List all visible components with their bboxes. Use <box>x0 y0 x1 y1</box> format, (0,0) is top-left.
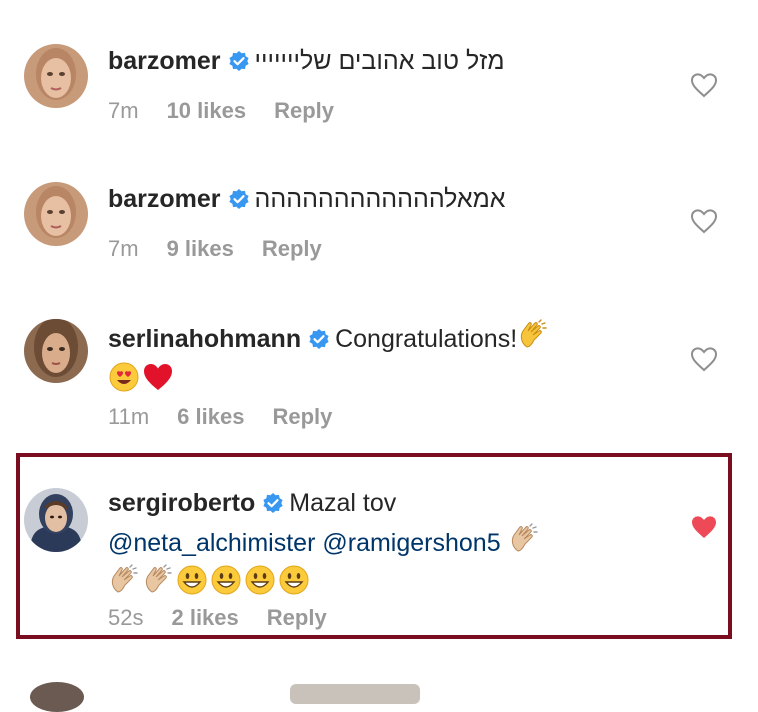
reply-button[interactable]: Reply <box>274 98 334 123</box>
comment-text: מזל טוב אהובים שלייייייי <box>254 47 505 75</box>
like-heart-icon[interactable] <box>690 72 718 98</box>
liked-heart-icon[interactable] <box>690 514 718 540</box>
username[interactable]: serlinahohmann <box>108 325 301 353</box>
cut-off-comment <box>290 684 420 704</box>
grinning-face-icon <box>278 564 310 605</box>
verified-badge-icon <box>308 325 330 359</box>
comment-time: 11m <box>108 404 150 429</box>
like-heart-icon[interactable] <box>690 346 718 372</box>
verified-badge-icon <box>228 47 250 81</box>
username[interactable]: sergiroberto <box>108 489 255 517</box>
like-heart-icon[interactable] <box>690 208 718 234</box>
avatar[interactable] <box>24 319 88 383</box>
avatar[interactable] <box>24 44 88 108</box>
comment-text: Congratulations! <box>335 325 518 353</box>
likes-count[interactable]: 10 likes <box>167 98 247 123</box>
likes-count[interactable]: 2 likes <box>171 605 238 630</box>
comment-text: Mazal tov <box>289 489 397 517</box>
comment-time: 52s <box>108 605 144 630</box>
reply-button[interactable]: Reply <box>267 605 327 630</box>
clapping-hands-icon <box>517 319 549 360</box>
clapping-hands-icon <box>508 523 540 564</box>
clapping-hands-icon <box>142 564 174 605</box>
reply-button[interactable]: Reply <box>272 404 332 429</box>
comment-time: 7m <box>108 236 139 261</box>
username[interactable]: barzomer <box>108 47 221 75</box>
verified-badge-icon <box>228 185 250 219</box>
avatar[interactable] <box>24 182 88 246</box>
likes-count[interactable]: 9 likes <box>167 236 234 261</box>
avatar[interactable] <box>30 682 84 712</box>
grinning-face-icon <box>210 564 242 605</box>
reply-button[interactable]: Reply <box>262 236 322 261</box>
red-heart-icon <box>142 361 174 402</box>
grinning-face-icon <box>176 564 208 605</box>
likes-count[interactable]: 6 likes <box>177 404 244 429</box>
comment-text: אמאלהההההההההההה <box>254 185 506 213</box>
avatar[interactable] <box>24 488 88 552</box>
mention-link[interactable]: @neta_alchimister <box>108 529 315 557</box>
username[interactable]: barzomer <box>108 185 221 213</box>
grinning-face-icon <box>244 564 276 605</box>
clapping-hands-icon <box>108 564 140 605</box>
mention-link[interactable]: @ramigershon5 <box>322 529 500 557</box>
heart-eyes-face-icon <box>108 361 140 402</box>
verified-badge-icon <box>262 489 284 523</box>
comment-time: 7m <box>108 98 139 123</box>
